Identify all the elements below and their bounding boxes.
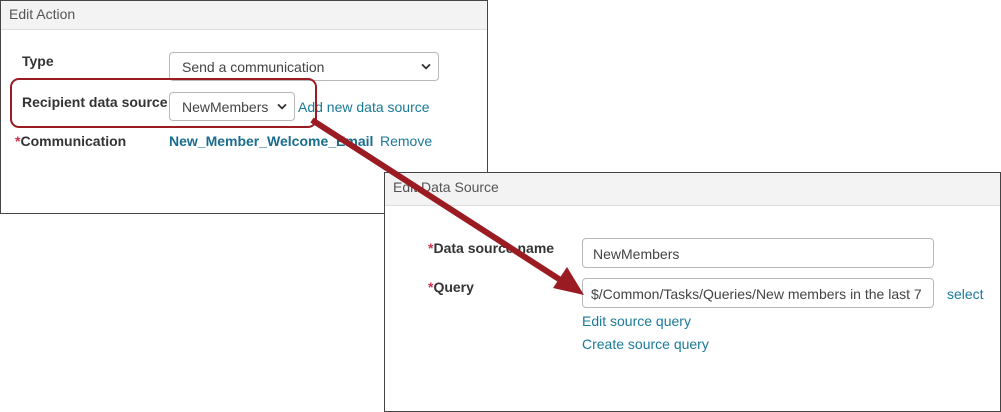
select-query-link[interactable]: select [947, 286, 984, 302]
data-source-name-input[interactable]: NewMembers [582, 238, 934, 268]
query-value: $/Common/Tasks/Queries/New members in th… [591, 286, 922, 302]
add-new-data-source-link[interactable]: Add new data source [298, 99, 430, 115]
communication-label: *Communication [15, 133, 126, 149]
type-select-value: Send a communication [182, 59, 325, 75]
edit-data-source-panel: Edit Data Source *Data source name NewMe… [384, 172, 1001, 412]
edit-data-source-header: Edit Data Source [385, 173, 1000, 206]
type-label: Type [22, 53, 54, 69]
remove-link[interactable]: Remove [380, 133, 432, 149]
query-label-text: Query [433, 279, 474, 295]
type-select[interactable]: Send a communication [169, 52, 439, 81]
communication-value-link[interactable]: New_Member_Welcome_Email [169, 133, 373, 149]
query-input[interactable]: $/Common/Tasks/Queries/New members in th… [582, 278, 934, 308]
edit-data-source-title: Edit Data Source [393, 179, 499, 195]
edit-action-header: Edit Action [1, 1, 487, 30]
chevron-down-icon [421, 63, 431, 70]
recipient-callout-highlight [10, 78, 317, 128]
create-source-query-link[interactable]: Create source query [582, 336, 709, 352]
edit-source-query-link[interactable]: Edit source query [582, 313, 691, 329]
communication-label-text: Communication [20, 133, 127, 149]
edit-action-title: Edit Action [9, 6, 76, 22]
data-source-name-label-text: Data source name [433, 240, 555, 256]
query-label: *Query [428, 279, 474, 295]
data-source-name-value: NewMembers [593, 246, 680, 262]
data-source-name-label: *Data source name [428, 240, 554, 256]
